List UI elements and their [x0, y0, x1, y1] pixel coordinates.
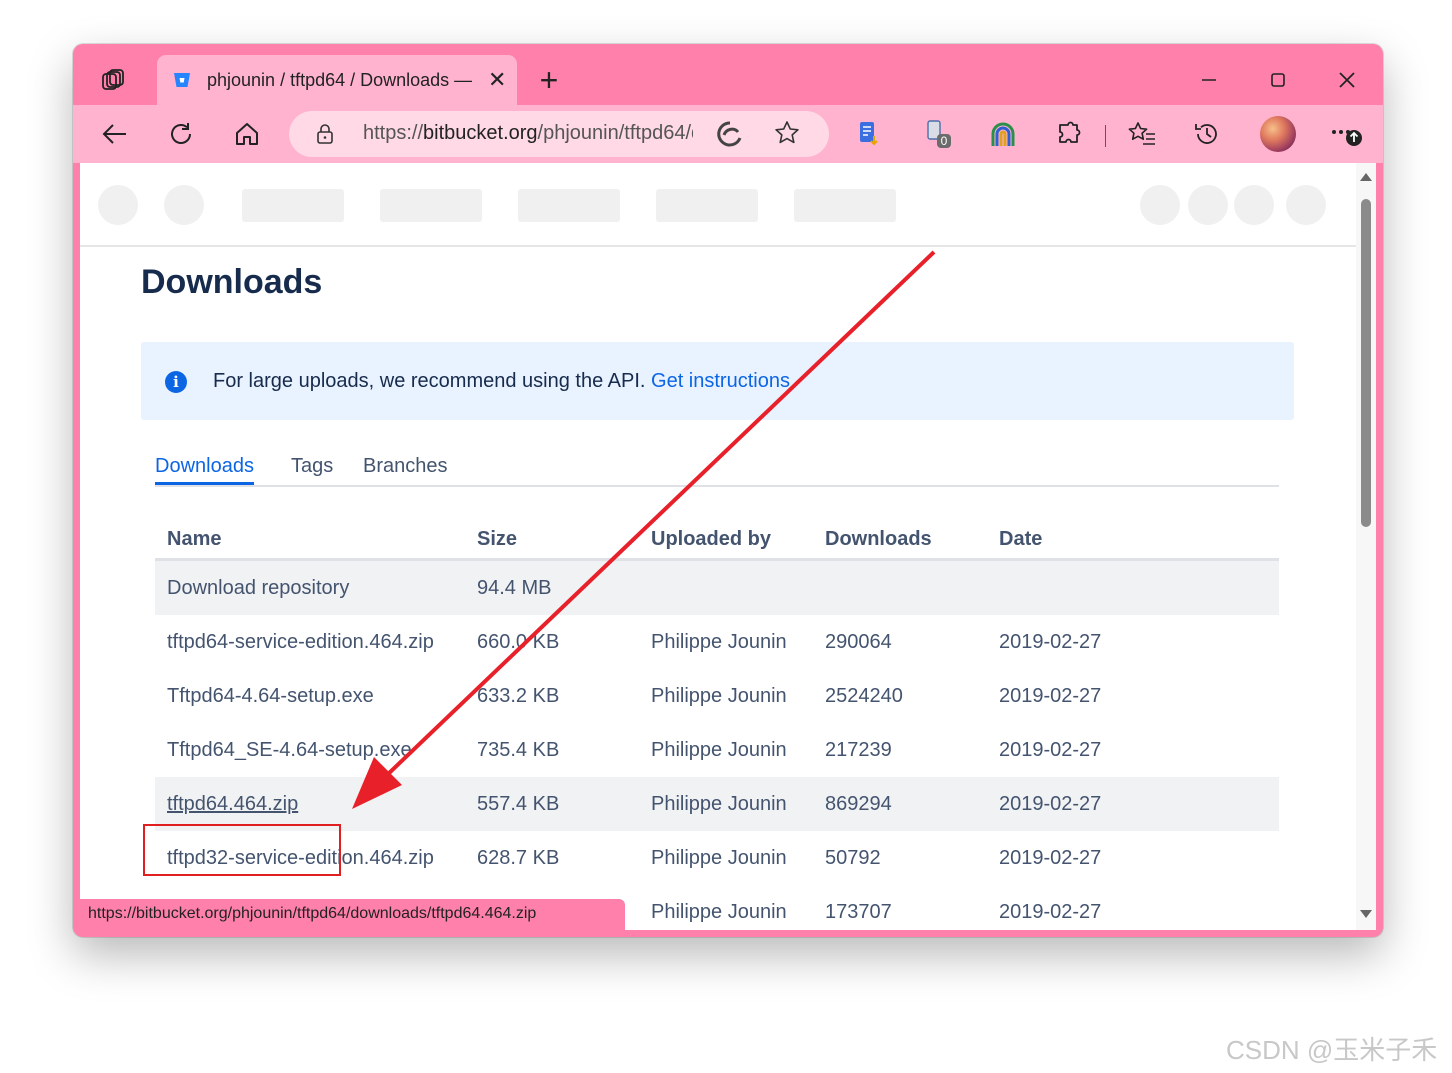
favorites-icon[interactable]	[1122, 115, 1162, 153]
download-count: 2524240	[825, 685, 903, 707]
loading-placeholder	[518, 189, 620, 222]
browser-toolbar: https://bitbucket.org/phjounin/tftpd64/d…	[73, 105, 1383, 163]
close-window-button[interactable]	[1327, 62, 1367, 98]
table-row: tftpd64-service-edition.464.zip 660.0 KB…	[155, 615, 1279, 669]
upload-date: 2019-02-27	[999, 901, 1102, 923]
info-icon: i	[165, 371, 187, 393]
file-link[interactable]: Tftpd64-4.64-setup.exe	[167, 685, 374, 708]
loading-placeholder	[164, 185, 204, 225]
vertical-scrollbar[interactable]	[1356, 163, 1376, 930]
download-count: 173707	[825, 901, 892, 923]
file-size: 557.4 KB	[477, 793, 560, 815]
loading-placeholder	[794, 189, 896, 222]
download-count: 869294	[825, 793, 892, 815]
column-header[interactable]: Date	[999, 528, 1042, 551]
rainbow-extension-icon[interactable]	[983, 115, 1023, 153]
lock-icon[interactable]	[315, 122, 335, 151]
file-link[interactable]: Download repository	[167, 577, 349, 600]
favorite-star-icon[interactable]	[773, 119, 801, 152]
loading-placeholder	[1140, 185, 1180, 225]
svg-text:0: 0	[941, 134, 948, 148]
scrollbar-thumb[interactable]	[1361, 199, 1371, 527]
file-size: 633.2 KB	[477, 685, 560, 707]
loading-placeholder	[1188, 185, 1228, 225]
new-tab-button[interactable]: +	[531, 62, 567, 98]
read-aloud-icon[interactable]	[715, 119, 745, 154]
file-link-hovered[interactable]: tftpd64.464.zip	[167, 793, 298, 816]
refresh-icon[interactable]	[161, 115, 201, 153]
workspaces-icon[interactable]	[95, 62, 131, 98]
bitbucket-favicon-icon	[171, 69, 193, 91]
uploader[interactable]: Philippe Jounin	[651, 685, 787, 708]
uploader[interactable]: Philippe Jounin	[651, 631, 787, 654]
watermark: CSDN @玉米子禾	[1226, 1035, 1438, 1065]
page-title: Downloads	[141, 263, 323, 301]
loading-placeholder	[656, 189, 758, 222]
table-row: Download repository 94.4 MB	[155, 561, 1279, 615]
file-link[interactable]: Tftpd64_SE-4.64-setup.exe	[167, 739, 412, 762]
maximize-button[interactable]	[1258, 62, 1298, 98]
table-header: Name Size Uploaded by Downloads Date	[155, 517, 1279, 561]
tab-close-icon[interactable]: ✕	[488, 69, 506, 91]
page-header-placeholder	[80, 163, 1356, 247]
info-banner: i For large uploads, we recommend using …	[141, 342, 1294, 420]
minimize-button[interactable]	[1189, 62, 1229, 98]
tab-tags[interactable]: Tags	[291, 455, 333, 478]
uploader[interactable]: Philippe Jounin	[651, 901, 787, 924]
home-icon[interactable]	[227, 115, 267, 153]
download-count: 50792	[825, 847, 881, 869]
settings-more-icon[interactable]	[1325, 115, 1365, 153]
scroll-down-arrow-icon[interactable]	[1360, 910, 1372, 918]
download-count: 290064	[825, 631, 892, 653]
highlight-box-annotation	[143, 824, 341, 876]
address-bar[interactable]: https://bitbucket.org/phjounin/tftpd64/d…	[289, 111, 829, 157]
loading-placeholder	[242, 189, 344, 222]
history-icon[interactable]	[1187, 115, 1227, 153]
column-header[interactable]: Uploaded by	[651, 528, 771, 551]
get-instructions-link[interactable]: Get instructions	[651, 370, 790, 392]
tab-branches[interactable]: Branches	[363, 455, 448, 478]
status-url: https://bitbucket.org/phjounin/tftpd64/d…	[88, 905, 537, 922]
save-page-extension-icon[interactable]	[849, 115, 889, 153]
browser-window: phjounin / tftpd64 / Downloads — Bitbuck…	[73, 44, 1383, 937]
file-size: 94.4 MB	[477, 577, 552, 599]
file-size: 628.7 KB	[477, 847, 560, 869]
loading-placeholder	[1234, 185, 1274, 225]
profile-avatar[interactable]	[1260, 116, 1296, 152]
upload-date: 2019-02-27	[999, 631, 1102, 653]
back-arrow-icon[interactable]	[95, 115, 135, 153]
file-size: 660.0 KB	[477, 631, 560, 653]
file-link[interactable]: tftpd64-service-edition.464.zip	[167, 631, 434, 654]
tab-downloads[interactable]: Downloads	[155, 455, 254, 485]
tab-title: phjounin / tftpd64 / Downloads — Bitbuck…	[207, 69, 472, 90]
column-header[interactable]: Size	[477, 528, 517, 551]
loading-placeholder	[1286, 185, 1326, 225]
loading-placeholder	[380, 189, 482, 222]
file-size: 735.4 KB	[477, 739, 560, 761]
uploader[interactable]: Philippe Jounin	[651, 793, 787, 816]
upload-date: 2019-02-27	[999, 793, 1102, 815]
uploader[interactable]: Philippe Jounin	[651, 739, 787, 762]
uploader[interactable]: Philippe Jounin	[651, 847, 787, 870]
table-row: Tftpd64_SE-4.64-setup.exe 735.4 KB Phili…	[155, 723, 1279, 777]
column-header[interactable]: Name	[167, 528, 221, 551]
loading-placeholder	[98, 185, 138, 225]
browser-tab[interactable]: phjounin / tftpd64 / Downloads — Bitbuck…	[157, 55, 517, 105]
page-viewport: Downloads i For large uploads, we recomm…	[80, 163, 1376, 930]
upload-date: 2019-02-27	[999, 685, 1102, 707]
link-status-bar: https://bitbucket.org/phjounin/tftpd64/d…	[80, 899, 625, 930]
upload-date: 2019-02-27	[999, 847, 1102, 869]
clipboard-extension-icon[interactable]: 0	[919, 115, 959, 153]
url-text[interactable]: https://bitbucket.org/phjounin/tftpd64/d…	[363, 122, 693, 145]
info-banner-text: For large uploads, we recommend using th…	[213, 370, 790, 392]
extensions-puzzle-icon[interactable]	[1049, 115, 1089, 153]
column-header[interactable]: Downloads	[825, 528, 932, 551]
downloads-tabs: Downloads Tags Branches	[155, 453, 1279, 487]
table-row-hovered: tftpd64.464.zip 557.4 KB Philippe Jounin…	[155, 777, 1279, 831]
scroll-up-arrow-icon[interactable]	[1360, 173, 1372, 181]
download-count: 217239	[825, 739, 892, 761]
table-row: Tftpd64-4.64-setup.exe 633.2 KB Philippe…	[155, 669, 1279, 723]
toolbar-separator	[1105, 125, 1106, 147]
upload-date: 2019-02-27	[999, 739, 1102, 761]
